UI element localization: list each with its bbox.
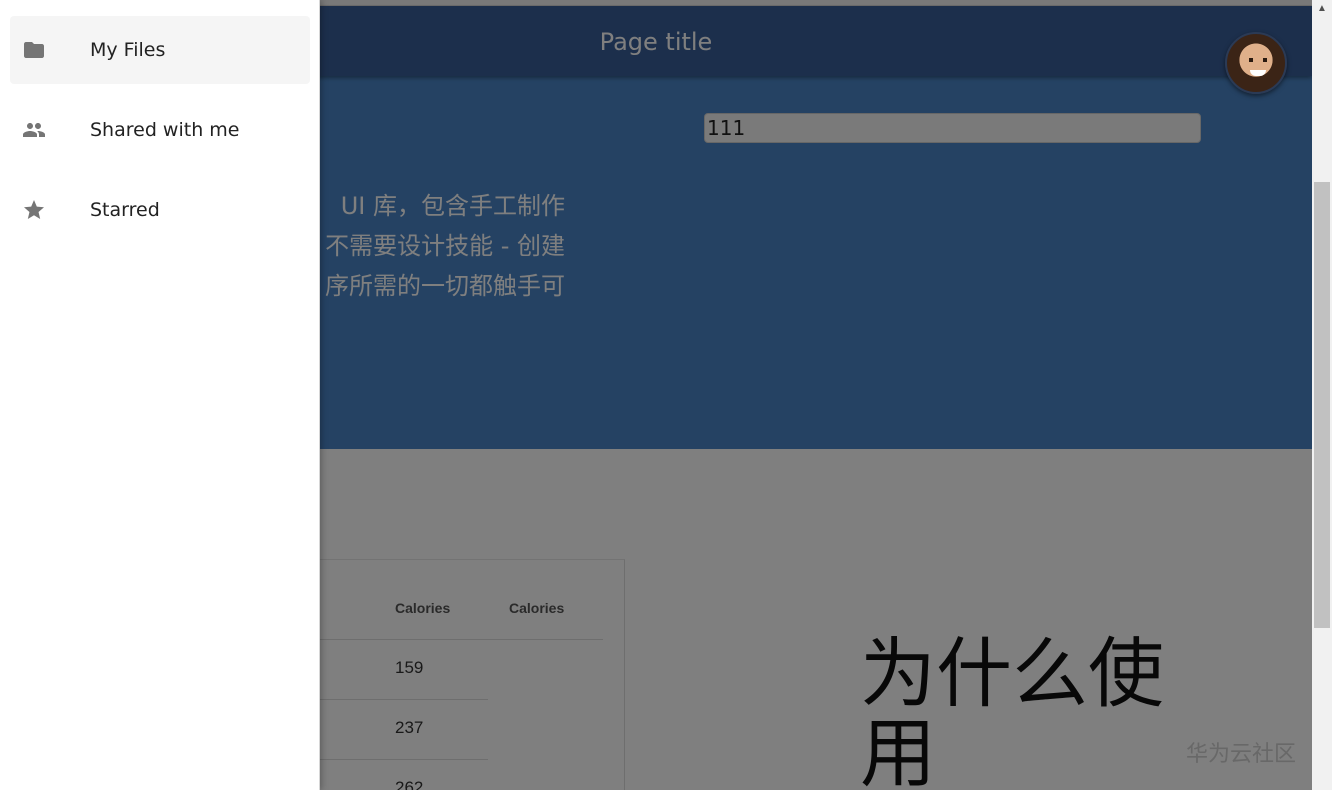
drawer-item-label: My Files [90, 39, 166, 61]
avatar-eyes [1249, 58, 1267, 62]
scrollbar[interactable]: ▲ [1312, 0, 1332, 790]
drawer-item-shared-with-me[interactable]: Shared with me [10, 96, 310, 164]
star-icon [24, 200, 44, 219]
avatar-mouth [1250, 70, 1266, 76]
avatar[interactable] [1225, 32, 1287, 94]
scroll-up-arrow-icon[interactable]: ▲ [1312, 0, 1332, 18]
navigation-drawer: My Files Shared with me Starred [0, 0, 320, 790]
scrollbar-thumb[interactable] [1314, 182, 1330, 628]
people-icon [23, 123, 45, 137]
drawer-item-label: Shared with me [90, 119, 240, 141]
drawer-item-label: Starred [90, 199, 160, 221]
folder-icon [24, 42, 44, 58]
drawer-item-starred[interactable]: Starred [10, 176, 310, 244]
drawer-item-my-files[interactable]: My Files [10, 16, 310, 84]
